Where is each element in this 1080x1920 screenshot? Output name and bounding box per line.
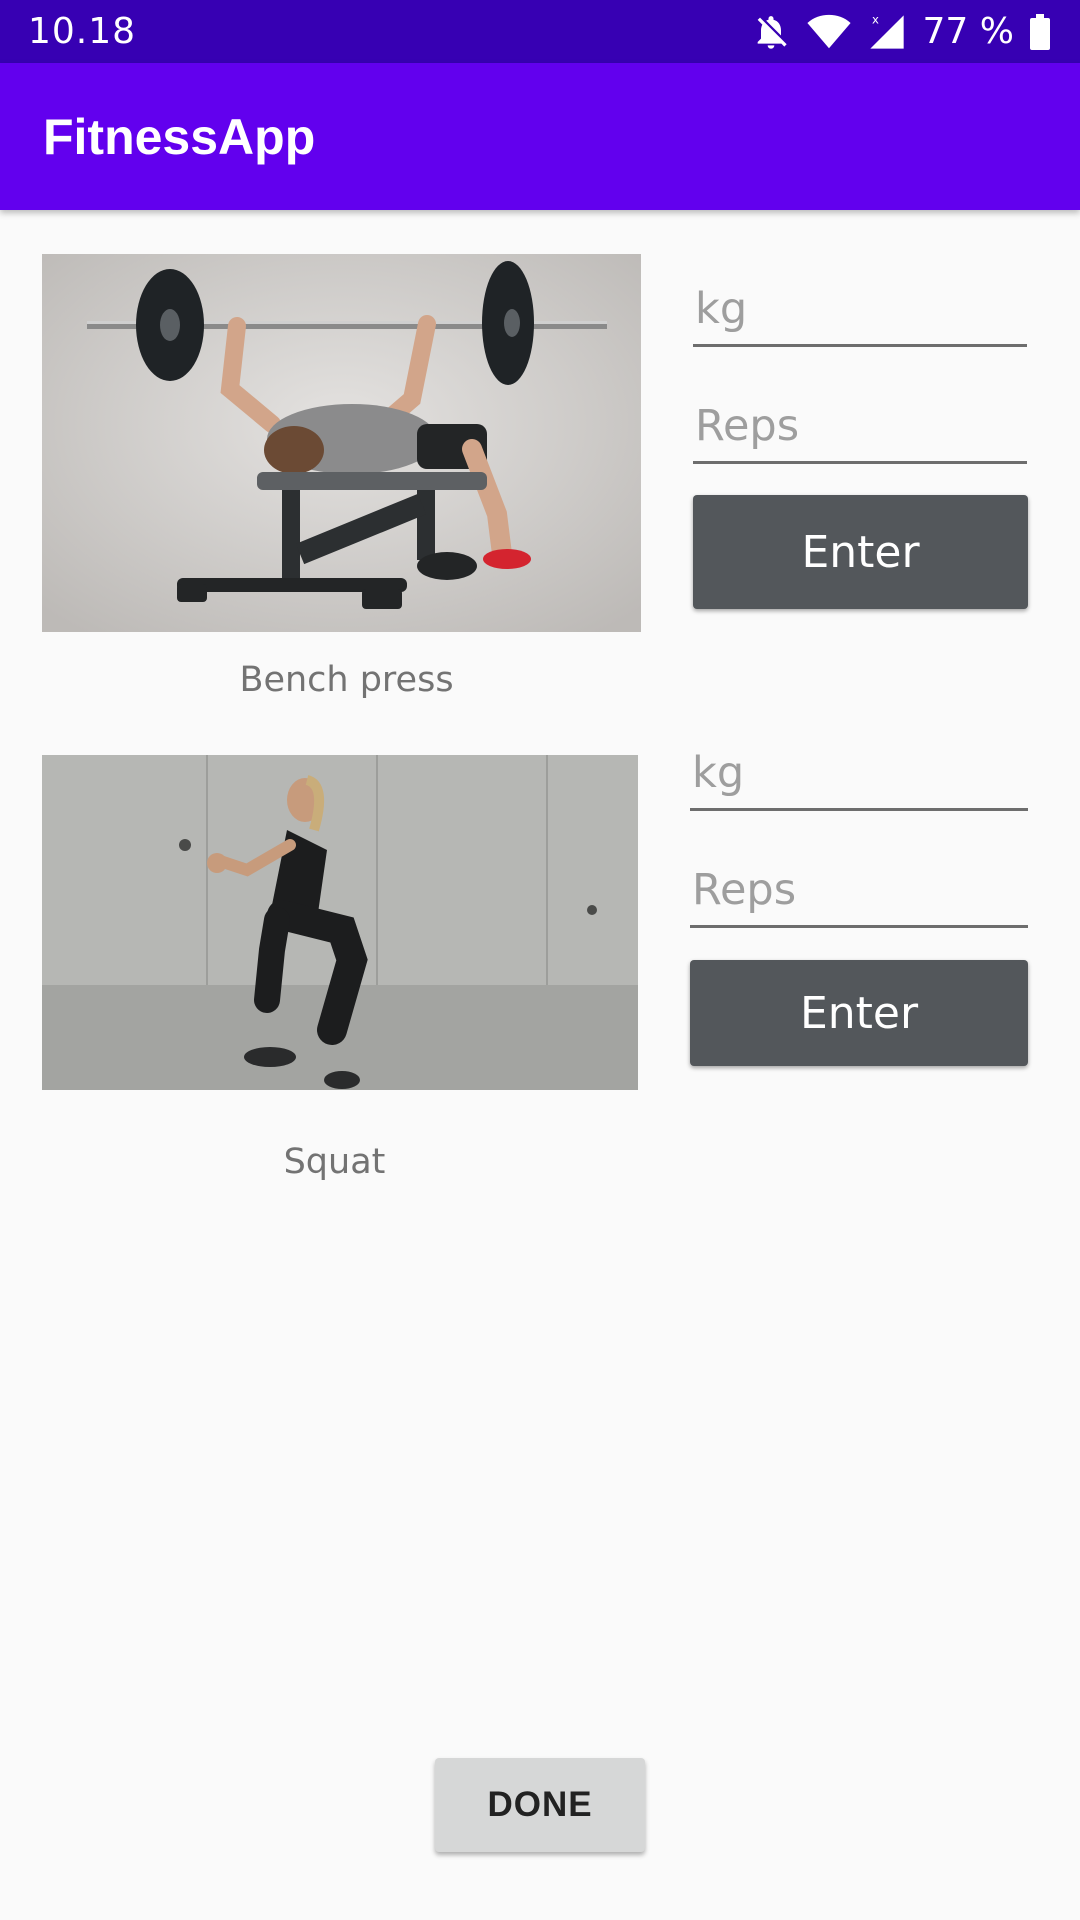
bench-press-image — [42, 254, 641, 632]
notifications-off-icon — [749, 12, 793, 52]
reps-field[interactable]: Reps — [693, 393, 1027, 464]
enter-button[interactable]: Enter — [693, 495, 1028, 609]
app-title: FitnessApp — [43, 108, 316, 165]
reps-placeholder: Reps — [695, 401, 800, 451]
weight-field[interactable]: kg — [690, 741, 1028, 811]
weight-field[interactable]: kg — [693, 276, 1027, 347]
done-button[interactable]: DONE — [435, 1758, 645, 1852]
squat-image — [42, 755, 638, 1090]
exercise-name: Squat — [283, 1142, 386, 1182]
wifi-icon — [806, 12, 851, 52]
status-bar: 10.18 x 77 % — [0, 0, 1080, 63]
battery-icon — [1028, 12, 1052, 52]
svg-text:x: x — [872, 12, 879, 26]
app-bar: FitnessApp — [0, 63, 1080, 210]
enter-button[interactable]: Enter — [690, 960, 1028, 1066]
reps-placeholder: Reps — [692, 865, 797, 915]
weight-placeholder: kg — [695, 284, 748, 334]
weight-placeholder: kg — [692, 748, 745, 798]
cell-signal-icon: x — [865, 12, 909, 52]
battery-percentage: 77 % — [922, 11, 1014, 52]
status-icons: x 77 % — [749, 11, 1052, 52]
exercise-name: Bench press — [239, 660, 454, 700]
squat-photo — [42, 755, 638, 1090]
reps-field[interactable]: Reps — [690, 857, 1028, 928]
status-time: 10.18 — [28, 11, 137, 52]
bench-press-photo — [42, 254, 641, 632]
